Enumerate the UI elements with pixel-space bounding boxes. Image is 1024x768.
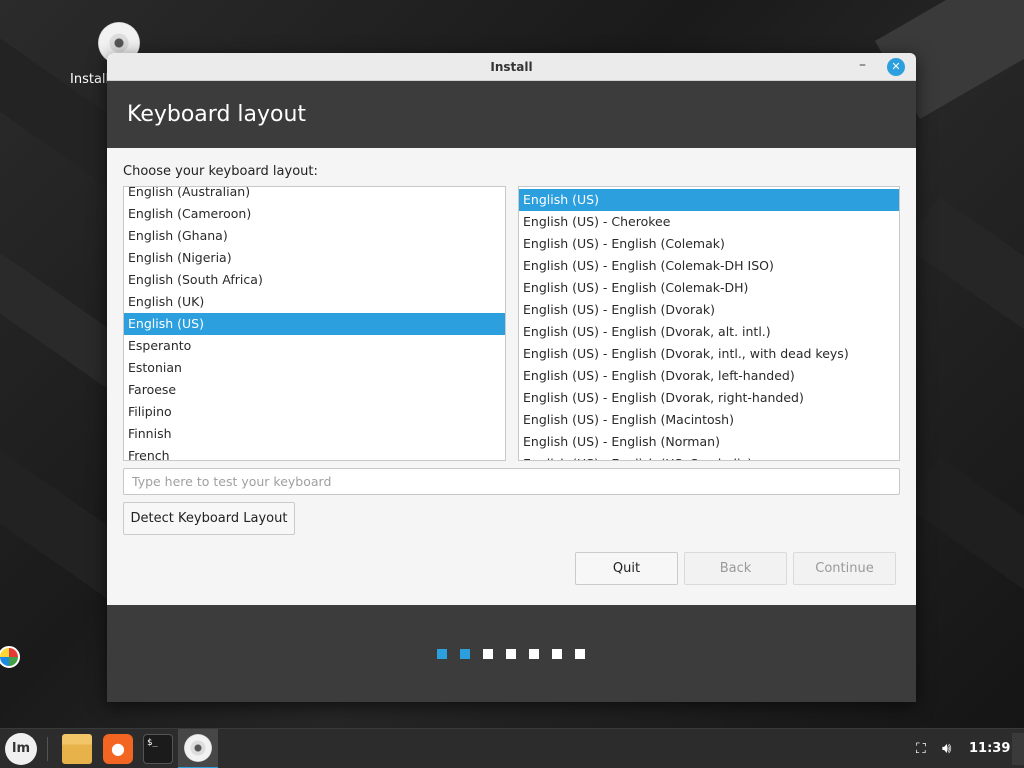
layout-list-item[interactable]: Faroese — [124, 379, 505, 401]
color-wheel-icon[interactable] — [0, 646, 20, 668]
wallpaper-shape — [904, 456, 1024, 644]
show-desktop-button[interactable] — [1012, 733, 1024, 765]
layout-list[interactable]: English (Australian) English (Cameroon) En… — [123, 186, 506, 461]
volume-icon[interactable]: 🔊︎ — [942, 739, 951, 757]
wallpaper-shape — [904, 196, 1024, 384]
continue-button[interactable]: Continue — [793, 552, 896, 585]
variant-list-item[interactable]: English (US) - English (Dvorak, left-han… — [519, 365, 899, 387]
variant-list-item[interactable]: English (US) - English (Norman) — [519, 431, 899, 453]
layout-list-items: English (Australian) English (Cameroon) En… — [124, 187, 505, 460]
variant-list-item[interactable]: English (US) - English (Dvorak, intl., w… — [519, 343, 899, 365]
variant-list-item[interactable]: English (US) - English (Colemak-DH ISO) — [519, 255, 899, 277]
back-button[interactable]: Back — [684, 552, 787, 585]
firefox-icon[interactable]: ● — [103, 734, 133, 764]
variant-list-item[interactable]: English (US) - English (Dvorak, right-ha… — [519, 387, 899, 409]
progress-footer — [107, 605, 916, 702]
minimize-button[interactable]: – — [859, 58, 873, 74]
layout-list-item[interactable]: Esperanto — [124, 335, 505, 357]
variant-list-item[interactable]: English (US) — [519, 189, 899, 211]
progress-step-dot — [552, 649, 562, 659]
installer-window: Install – ✕ Keyboard layout Choose your … — [107, 53, 916, 702]
layout-list-item[interactable]: English (Ghana) — [124, 225, 505, 247]
layout-list-item[interactable]: French — [124, 445, 505, 460]
variant-list-item[interactable]: English (US) - English (Colemak-DH) — [519, 277, 899, 299]
progress-step-dot — [483, 649, 493, 659]
layout-list-item[interactable]: English (Australian) — [124, 187, 505, 203]
install-disc-icon — [184, 734, 212, 762]
progress-step-dot — [506, 649, 516, 659]
layout-list-item[interactable]: English (Nigeria) — [124, 247, 505, 269]
terminal-icon[interactable]: $_ — [143, 734, 173, 764]
variant-list-items: English (US) English (US) - Cherokee Engli… — [519, 189, 899, 460]
variant-list-item[interactable]: English (US) - English (US, Symbolic) — [519, 453, 899, 460]
network-icon[interactable]: ⛶ — [916, 741, 934, 757]
window-title: Install — [490, 60, 533, 74]
variant-list-item[interactable]: English (US) - English (Macintosh) — [519, 409, 899, 431]
files-folder-icon[interactable] — [62, 734, 92, 764]
layout-list-item[interactable]: Filipino — [124, 401, 505, 423]
progress-indicator — [437, 649, 585, 659]
layout-list-item[interactable]: English (Cameroon) — [124, 203, 505, 225]
page-title: Keyboard layout — [127, 102, 307, 127]
taskbar-install-active[interactable] — [178, 729, 218, 768]
layout-list-item[interactable]: English (UK) — [124, 291, 505, 313]
layout-list-item[interactable]: Finnish — [124, 423, 505, 445]
layout-list-item[interactable]: Estonian — [124, 357, 505, 379]
page-header: Keyboard layout — [107, 81, 916, 148]
variant-list-item[interactable]: English (US) - English (Dvorak, alt. int… — [519, 321, 899, 343]
choose-layout-label: Choose your keyboard layout: — [123, 164, 318, 179]
detect-keyboard-layout-button[interactable]: Detect Keyboard Layout — [123, 502, 295, 535]
close-button[interactable]: ✕ — [887, 58, 905, 76]
variant-list-item[interactable]: English (US) - English (Dvorak) — [519, 299, 899, 321]
taskbar: lm ● $_ ⛶ 🔊︎ 11:39 — [0, 728, 1024, 768]
content-area: Choose your keyboard layout: English (Au… — [107, 148, 916, 605]
keyboard-test-input[interactable] — [123, 468, 900, 495]
quit-button[interactable]: Quit — [575, 552, 678, 585]
taskbar-separator — [47, 737, 48, 761]
layout-list-item[interactable]: English (US) — [124, 313, 505, 335]
variant-list-item[interactable]: English (US) - English (Colemak) — [519, 233, 899, 255]
layout-list-item[interactable]: English (South Africa) — [124, 269, 505, 291]
progress-step-dot — [460, 649, 470, 659]
progress-step-dot — [437, 649, 447, 659]
variant-list-item[interactable]: English (US) - Cherokee — [519, 211, 899, 233]
progress-step-dot — [575, 649, 585, 659]
window-titlebar[interactable]: Install – ✕ — [107, 53, 916, 81]
progress-step-dot — [529, 649, 539, 659]
variant-list[interactable]: English (US) English (US) - Cherokee Engli… — [518, 186, 900, 461]
linux-mint-menu-icon[interactable]: lm — [5, 733, 37, 765]
clock[interactable]: 11:39 — [969, 741, 1010, 756]
